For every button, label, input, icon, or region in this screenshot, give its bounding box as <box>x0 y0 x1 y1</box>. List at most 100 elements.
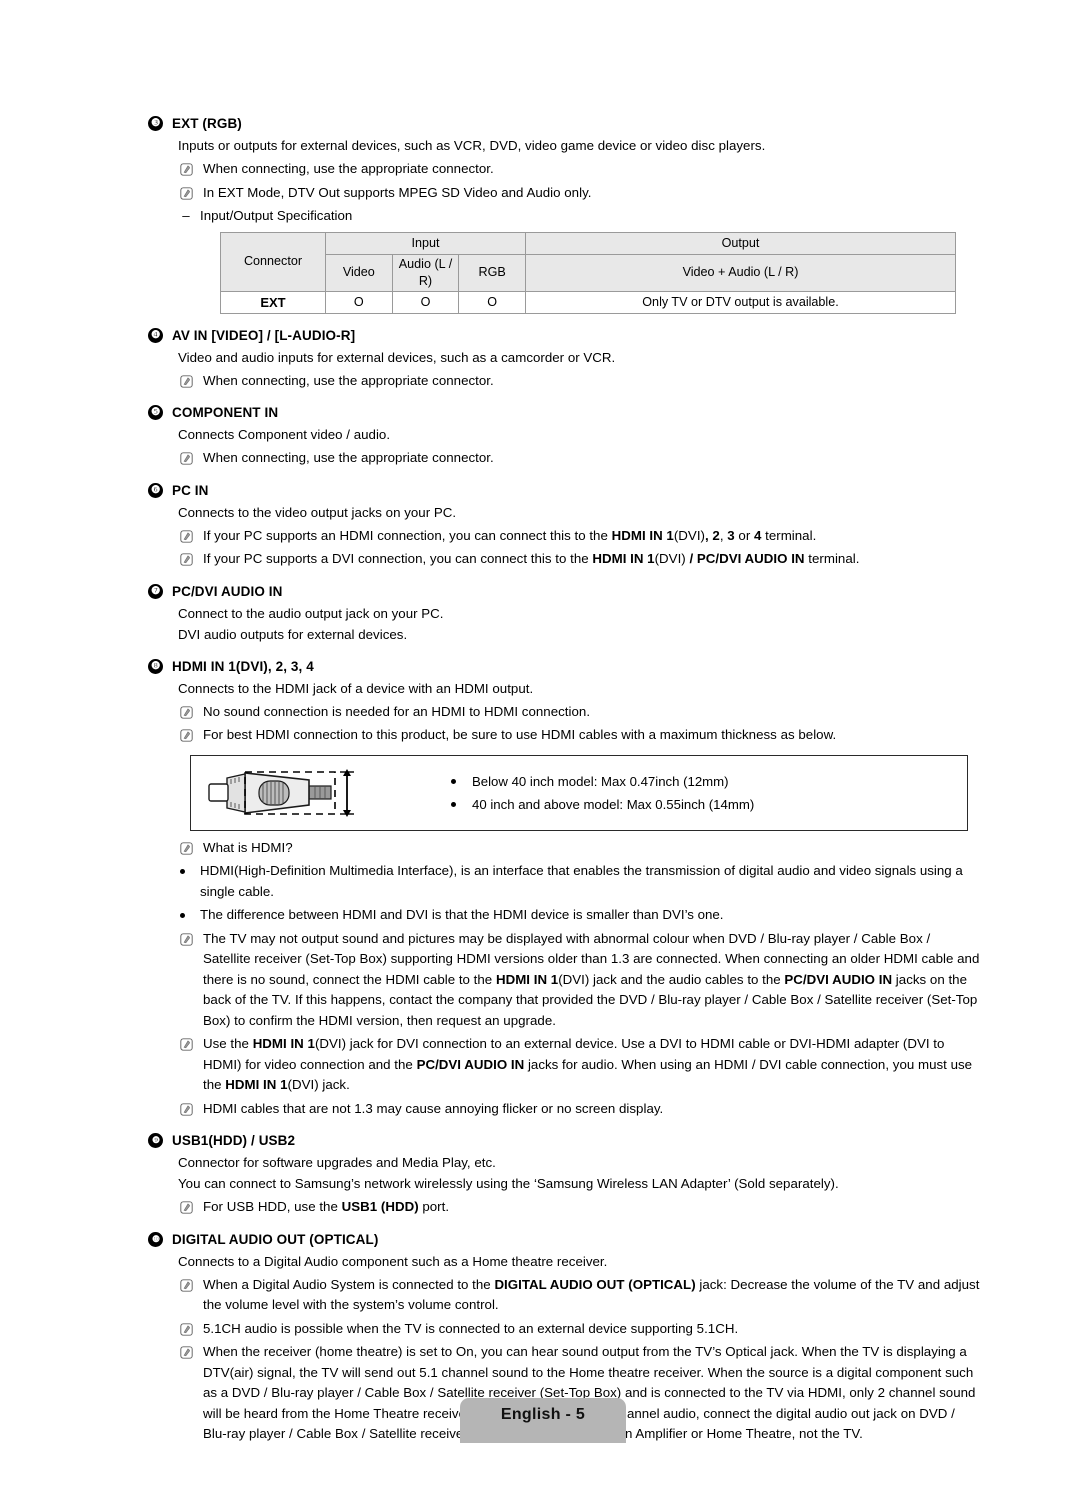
cell-connector: EXT <box>220 290 326 314</box>
note-text: What is HDMI? <box>203 839 293 855</box>
cell-output: Only TV or DTV output is available. <box>525 290 956 314</box>
section-title: PC/DVI AUDIO IN <box>172 583 283 599</box>
note-icon <box>180 529 193 543</box>
note-text: When a Digital Audio System is connected… <box>203 1276 980 1313</box>
section-number-badge: ❸ <box>148 116 163 131</box>
section-title: HDMI IN 1(DVI), 2, 3, 4 <box>172 658 314 674</box>
note-icon <box>180 374 193 388</box>
note-item: HDMI cables that are not 1.3 may cause a… <box>180 1099 980 1120</box>
bullet-item: HDMI(High-Definition Multimedia Interfac… <box>180 861 980 902</box>
note-icon <box>180 705 193 719</box>
note-item: What is HDMI? <box>180 838 980 859</box>
page-number-label: English - 5 <box>500 1406 586 1423</box>
table-subheader-output-detail: Video + Audio (L / R) <box>525 253 956 292</box>
section-intro: Connect to the audio output jack on your… <box>178 605 444 621</box>
note-icon <box>180 1102 193 1116</box>
figure-item-text: Below 40 inch model: Max 0.47inch (12mm) <box>472 773 729 789</box>
note-text: When connecting, use the appropriate con… <box>203 161 494 176</box>
cell-audio: O <box>391 290 460 314</box>
note-text: Use the HDMI IN 1(DVI) jack for DVI conn… <box>203 1036 973 1092</box>
page-footer-tab: English - 5 <box>460 1398 626 1443</box>
section-title: DIGITAL AUDIO OUT (OPTICAL) <box>172 1231 379 1247</box>
figure-item-text: 40 inch and above model: Max 0.55inch (1… <box>472 796 755 812</box>
note-icon <box>180 186 193 200</box>
bullet-text: HDMI(High-Definition Multimedia Interfac… <box>200 863 963 899</box>
section-pc-in: ❻ PC IN Connects to the video output jac… <box>148 481 980 570</box>
section-intro-secondary: DVI audio outputs for external devices. <box>178 626 408 642</box>
note-icon <box>180 932 193 946</box>
note-item: Use the HDMI IN 1(DVI) jack for DVI conn… <box>180 1034 980 1096</box>
section-intro: Video and audio inputs for external devi… <box>178 349 616 365</box>
section-title: USB1(HDD) / USB2 <box>172 1133 296 1148</box>
list-item: 40 inch and above model: Max 0.55inch (1… <box>451 795 967 814</box>
section-number-badge: ❿ <box>148 1231 163 1247</box>
note-icon <box>180 1278 193 1292</box>
bullet-item: The difference between HDMI and DVI is t… <box>180 905 980 926</box>
section-hdmi-in: ❽ HDMI IN 1(DVI), 2, 3, 4 Connects to th… <box>148 657 980 1120</box>
input-output-spec-table: Connector Input Output Video Audio (L / … <box>220 231 956 314</box>
note-icon <box>180 841 193 855</box>
section-usb: ❾ USB1(HDD) / USB2 Connector for softwar… <box>148 1131 980 1218</box>
section-number-badge: ❾ <box>148 1133 163 1148</box>
note-text: HDMI cables that are not 1.3 may cause a… <box>203 1100 664 1116</box>
section-heading-component-in: ❺ COMPONENT IN <box>148 403 980 422</box>
table-header-connector: Connector <box>220 231 326 292</box>
section-title: AV IN [VIDEO] / [L-AUDIO-R] <box>172 327 356 343</box>
bullet-dot-icon <box>451 778 456 784</box>
section-number-badge: ❽ <box>148 658 163 674</box>
section-intro: Connects to the video output jacks on yo… <box>178 504 457 520</box>
note-icon <box>180 553 193 566</box>
section-intro: Inputs or outputs for external devices, … <box>178 138 766 153</box>
section-heading-usb: ❾ USB1(HDD) / USB2 <box>148 1131 980 1150</box>
dash-mark: – <box>182 208 190 223</box>
note-item: For best HDMI connection to this product… <box>180 725 980 746</box>
note-icon <box>180 1346 193 1359</box>
note-item: 5.1CH audio is possible when the TV is c… <box>180 1319 980 1340</box>
section-title: EXT (RGB) <box>172 116 242 131</box>
note-item: When connecting, use the appropriate con… <box>180 159 980 180</box>
section-intro: Connects Component video / audio. <box>178 427 391 442</box>
hdmi-cable-thickness-figure: Below 40 inch model: Max 0.47inch (12mm)… <box>190 754 968 831</box>
note-icon <box>180 1201 193 1214</box>
note-item: For USB HDD, use the USB1 (HDD) port. <box>180 1197 980 1218</box>
note-icon <box>180 1322 193 1336</box>
table-subheader-row: Video Audio (L / R) RGB Video + Audio (L… <box>221 253 956 292</box>
hdmi-connector-illustration <box>208 768 354 817</box>
note-item: If your PC supports an HDMI connection, … <box>180 526 980 547</box>
section-title: PC IN <box>172 482 209 498</box>
section-intro: Connector for software upgrades and Medi… <box>178 1155 496 1170</box>
section-title: COMPONENT IN <box>172 405 279 420</box>
note-item: The TV may not output sound and pictures… <box>180 929 980 1032</box>
dash-text: Input/Output Specification <box>200 208 353 223</box>
table-row: EXT O O O Only TV or DTV output is avail… <box>220 290 956 314</box>
table-subheader-audio: Audio (L / R) <box>391 253 460 292</box>
note-item: When a Digital Audio System is connected… <box>180 1275 980 1316</box>
cell-video: O <box>325 290 393 314</box>
table-subheader-video: Video <box>325 253 393 292</box>
cell-rgb: O <box>458 290 526 314</box>
section-heading-pc-in: ❻ PC IN <box>148 481 980 500</box>
note-icon <box>180 452 193 465</box>
note-icon <box>180 163 193 176</box>
note-icon <box>180 729 193 742</box>
note-text: For USB HDD, use the USB1 (HDD) port. <box>203 1199 450 1214</box>
note-text: If your PC supports a DVI connection, yo… <box>203 551 860 566</box>
bullet-dot-icon <box>180 913 185 918</box>
section-heading-digital-audio-out: ❿ DIGITAL AUDIO OUT (OPTICAL) <box>148 1230 980 1249</box>
bullet-dot-icon <box>451 801 456 807</box>
note-text: When connecting, use the appropriate con… <box>203 372 494 388</box>
note-text: 5.1CH audio is possible when the TV is c… <box>203 1320 739 1336</box>
note-text: The TV may not output sound and pictures… <box>203 930 980 1028</box>
note-item: No sound connection is needed for an HDM… <box>180 702 980 723</box>
dash-item: – Input/Output Specification <box>180 206 980 227</box>
note-text: When connecting, use the appropriate con… <box>203 450 494 465</box>
table-header-row: Connector Input Output <box>220 231 956 292</box>
section-intro: Connects to the HDMI jack of a device wi… <box>178 680 534 696</box>
note-text: In EXT Mode, DTV Out supports MPEG SD Vi… <box>203 184 592 200</box>
section-intro: Connects to a Digital Audio component su… <box>178 1253 608 1269</box>
manual-page: ❸ EXT (RGB) Inputs or outputs for extern… <box>0 0 1080 1488</box>
bullet-text: The difference between HDMI and DVI is t… <box>200 907 724 922</box>
section-component-in: ❺ COMPONENT IN Connects Component video … <box>148 403 980 469</box>
section-intro-secondary: You can connect to Samsung’s network wir… <box>178 1176 839 1191</box>
section-ext-rgb: ❸ EXT (RGB) Inputs or outputs for extern… <box>148 114 980 314</box>
